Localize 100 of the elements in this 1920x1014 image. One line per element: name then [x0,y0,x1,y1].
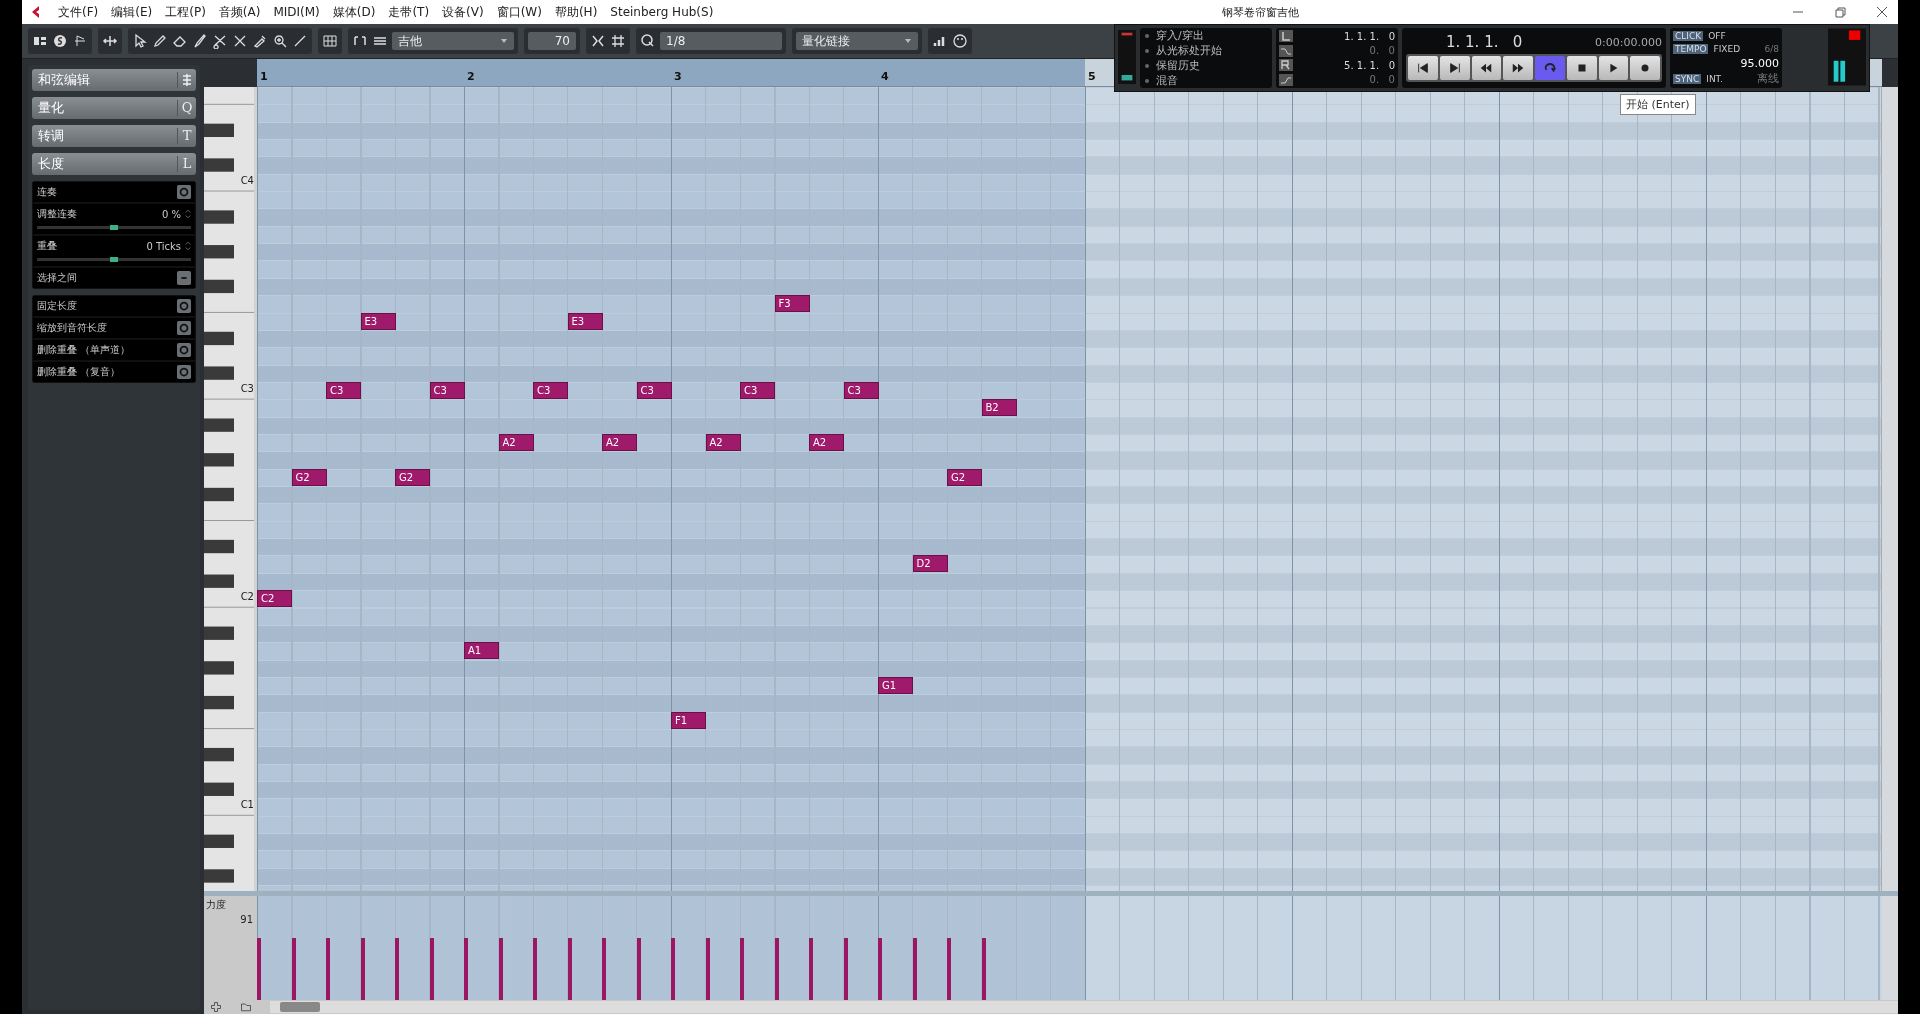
menu-button[interactable] [177,271,191,285]
hash-grid-icon[interactable] [610,33,626,49]
midi-note[interactable]: A2 [705,434,741,451]
click-value[interactable]: OFF [1708,30,1726,41]
midi-note[interactable]: A2 [809,434,844,451]
option-value[interactable]: 0 % [161,208,181,220]
menu-item[interactable]: 走带(T) [388,3,430,21]
velocity-bar[interactable] [912,937,917,1000]
scissors-icon[interactable] [212,33,228,49]
restore-icon[interactable] [1834,6,1846,18]
apply-button[interactable] [177,343,191,357]
quantize-link-dropdown[interactable]: 量化链接 [796,32,918,50]
apply-button[interactable] [177,321,191,335]
velocity-field[interactable]: 70 [528,32,576,50]
inspector-section-button[interactable]: 转调 T [32,125,196,147]
midi-note[interactable]: D2 [912,555,948,573]
midi-note[interactable]: B2 [981,399,1017,417]
time-display[interactable]: 0:00:00.000 [1595,35,1662,49]
spinner-icon[interactable] [185,240,191,252]
menu-item[interactable]: 文件(F) [58,3,99,21]
apply-button[interactable] [177,365,191,379]
transport-button[interactable] [1408,56,1438,80]
velocity-lane[interactable] [257,896,1882,1000]
vertical-scrollbar[interactable] [1881,87,1898,891]
velocity-bar[interactable] [843,937,848,1000]
solo-icon[interactable] [52,33,68,49]
menu-item[interactable]: MIDI(M) [273,5,320,19]
transport-button[interactable] [1630,56,1660,80]
transport-option[interactable]: 从光标处开始 [1156,43,1222,58]
ramp-icon[interactable] [1279,73,1293,86]
midi-note[interactable]: C3 [636,381,672,399]
tempo-mode[interactable]: FIXED [1713,43,1741,54]
close-icon[interactable] [1876,6,1888,18]
line-tool-icon[interactable] [292,33,308,49]
midi-note[interactable]: E3 [360,312,396,330]
transport-button[interactable] [1598,56,1629,80]
menu-item[interactable]: 工程(P) [165,3,206,21]
piano-keyboard-drawing[interactable] [204,87,254,891]
transport-option[interactable]: 穿入/穿出 [1156,28,1204,43]
midi-note[interactable]: A2 [498,434,534,451]
sync-label[interactable]: SYNC [1673,74,1702,85]
midi-note[interactable]: A2 [602,434,637,451]
tempo-value[interactable]: 95.000 [1740,57,1779,71]
right-locator[interactable]: 5. 1. 1. 0 [1293,59,1395,71]
menu-item[interactable]: 帮助(H) [554,3,598,21]
transport-button[interactable] [1439,56,1470,80]
midi-note[interactable]: C2 [257,590,292,608]
add-lane-icon[interactable] [210,1001,222,1013]
menu-item[interactable]: 音频(A) [218,3,261,21]
slider-track[interactable] [37,258,191,261]
midi-note[interactable]: C3 [740,381,775,399]
midi-note[interactable]: G2 [291,468,327,486]
midi-note[interactable]: G2 [395,468,430,486]
tempo-label[interactable]: TEMPO [1673,43,1709,54]
velocity-bar[interactable] [774,937,779,1000]
midi-note[interactable]: F3 [774,295,810,313]
right-offset[interactable]: 0. 0 [1293,74,1395,86]
midi-note[interactable]: E3 [567,312,603,330]
menu-item[interactable]: 编辑(E) [111,3,153,21]
transport-button[interactable] [1566,56,1597,80]
time-signature[interactable]: 6/8 [1764,43,1779,54]
spinner-icon[interactable] [185,208,191,220]
apply-button[interactable] [177,185,191,199]
right-locator-icon[interactable] [1279,59,1293,72]
position-display[interactable]: 1. 1. 1. 0 [1446,33,1523,51]
transport-option[interactable]: 保留历史 [1156,58,1200,73]
track-dropdown[interactable]: 吉他 [392,32,514,50]
inspector-section-button[interactable]: 量化 Q [32,97,196,119]
transport-button[interactable] [1503,56,1533,80]
midi-note[interactable]: G1 [878,676,913,694]
folder-icon[interactable] [240,1001,252,1013]
velocity-bar[interactable] [981,937,986,1000]
velocity-bar[interactable] [567,937,572,1000]
velocity-bar[interactable] [360,937,365,1000]
menu-item[interactable]: 媒体(D) [332,3,376,21]
zoom-icon[interactable] [272,33,288,49]
horizontal-scrollbar[interactable] [270,1001,1898,1013]
scrollbar-thumb[interactable] [280,1002,320,1012]
slider-track[interactable] [37,226,191,229]
inspector-section-button[interactable]: 和弦编辑 [32,69,196,91]
click-label[interactable]: CLICK [1673,30,1704,41]
inspector-section-button[interactable]: 长度 L [32,153,196,175]
pointer-tool-icon[interactable] [132,33,148,49]
velocity-bar[interactable] [636,937,641,1000]
slider-thumb[interactable] [110,225,118,230]
midi-note[interactable]: C3 [429,381,465,399]
sync-value[interactable]: INT. [1706,74,1723,85]
midi-note[interactable]: C3 [843,381,879,399]
velocity-bar[interactable] [705,937,710,1000]
menu-item[interactable]: 设备(V) [442,3,484,21]
autoscroll-icon[interactable] [102,33,118,49]
vertical-scrollbar[interactable] [1882,896,1898,1000]
option-value[interactable]: 0 Ticks [146,240,181,252]
velocity-bar[interactable] [291,937,296,1000]
brush-tool-icon[interactable] [192,33,208,49]
midi-note[interactable]: A1 [464,642,499,660]
left-offset[interactable]: 0. 0 [1293,45,1395,57]
menu-item[interactable]: 窗口(W) [496,3,542,21]
midi-note[interactable]: C3 [326,381,361,399]
menu-item[interactable]: Steinberg Hub(S) [610,5,714,19]
